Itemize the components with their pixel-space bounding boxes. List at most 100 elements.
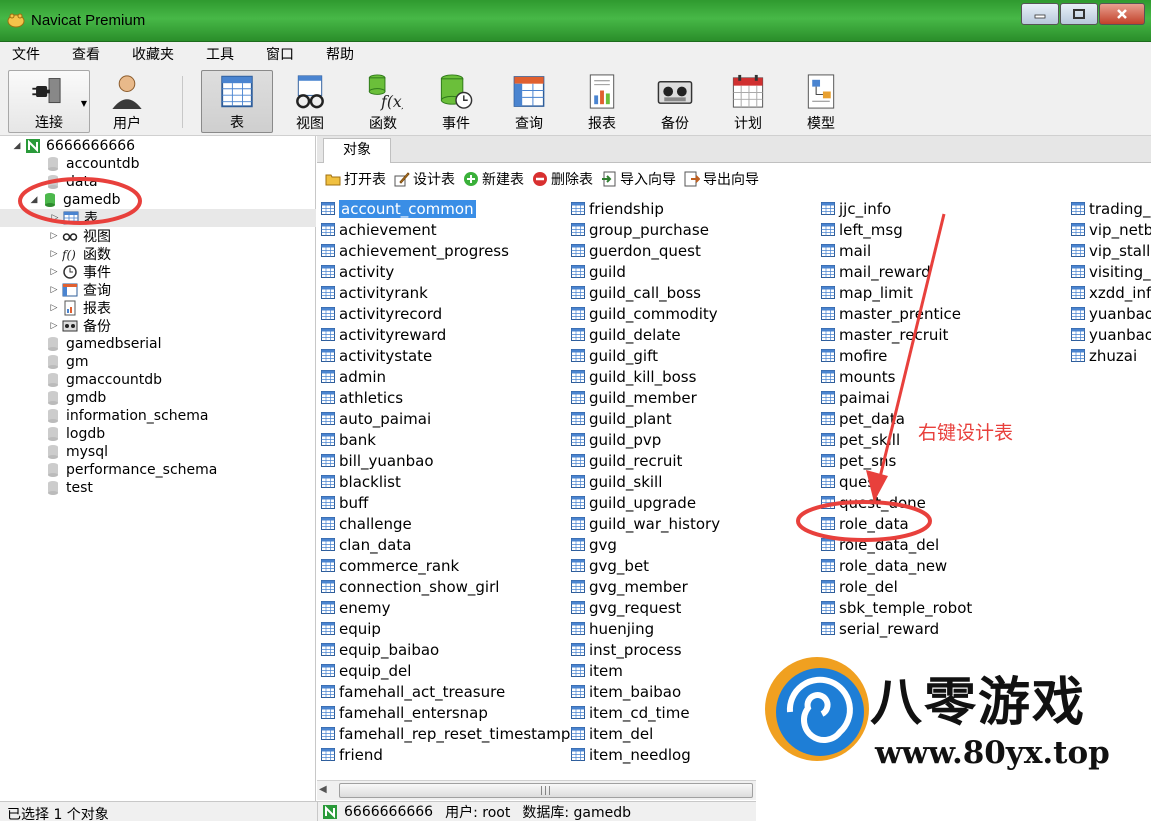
table-row[interactable]: activity xyxy=(321,261,570,282)
delete-table-button[interactable]: 删除表 xyxy=(532,169,593,189)
table-row[interactable]: item_cd_time xyxy=(571,702,720,723)
tree-db-data[interactable]: data xyxy=(45,173,98,191)
table-row[interactable]: activityrank xyxy=(321,282,570,303)
table-row[interactable]: item_del xyxy=(571,723,720,744)
table-row[interactable]: item_baibao xyxy=(571,681,720,702)
table-row[interactable]: activityrecord xyxy=(321,303,570,324)
menu-tools[interactable]: 工具 xyxy=(194,42,246,68)
menu-view[interactable]: 查看 xyxy=(60,42,112,68)
table-row[interactable]: yuanbao xyxy=(1071,303,1151,324)
table-row[interactable]: item xyxy=(571,660,720,681)
tree-node-queries[interactable]: ▷ 查询 xyxy=(49,281,111,299)
menu-file[interactable]: 文件 xyxy=(0,42,52,68)
export-wizard-button[interactable]: 导出向导 xyxy=(684,169,759,189)
menu-favorites[interactable]: 收藏夹 xyxy=(120,42,186,68)
model-button[interactable]: 模型 xyxy=(785,70,857,133)
table-row[interactable]: famehall_entersnap xyxy=(321,702,570,723)
table-row[interactable]: gvg xyxy=(571,534,720,555)
tree-node-tables[interactable]: ▷ 表 xyxy=(0,209,316,227)
query-button[interactable]: 查询 xyxy=(493,70,565,133)
table-row[interactable]: trading_i xyxy=(1071,198,1151,219)
tree-db-gmaccountdb[interactable]: gmaccountdb xyxy=(45,371,162,389)
table-row[interactable]: guild_member xyxy=(571,387,720,408)
collapse-arrow-icon[interactable]: ◢ xyxy=(12,141,22,151)
table-row[interactable]: guild_skill xyxy=(571,471,720,492)
report-button[interactable]: 报表 xyxy=(566,70,638,133)
table-row[interactable]: inst_process xyxy=(571,639,720,660)
expand-arrow-icon[interactable]: ▷ xyxy=(49,285,59,295)
table-row[interactable]: mail_reward xyxy=(821,261,972,282)
table-row[interactable]: yuanbao xyxy=(1071,324,1151,345)
connect-button[interactable]: ▼ 连接 xyxy=(8,70,90,133)
table-row[interactable]: famehall_rep_reset_timestamp xyxy=(321,723,570,744)
table-row[interactable]: achievement_progress xyxy=(321,240,570,261)
table-row[interactable]: mail xyxy=(821,240,972,261)
expand-arrow-icon[interactable]: ▷ xyxy=(49,267,59,277)
backup-button[interactable]: 备份 xyxy=(639,70,711,133)
menu-window[interactable]: 窗口 xyxy=(254,42,306,68)
table-row[interactable]: vip_stall xyxy=(1071,240,1151,261)
table-row[interactable]: equip xyxy=(321,618,570,639)
table-row[interactable]: guild_call_boss xyxy=(571,282,720,303)
tree-db-information-schema[interactable]: information_schema xyxy=(45,407,209,425)
schedule-button[interactable]: 计划 xyxy=(712,70,784,133)
table-row[interactable]: guild_upgrade xyxy=(571,492,720,513)
expand-arrow-icon[interactable]: ▷ xyxy=(49,321,59,331)
table-row[interactable]: guild_recruit xyxy=(571,450,720,471)
tree-db-gamedb[interactable]: ◢ gamedb xyxy=(29,191,121,209)
table-row[interactable]: visiting_c xyxy=(1071,261,1151,282)
tree-connection[interactable]: ◢ 6666666666 xyxy=(12,137,136,155)
tree-node-reports[interactable]: ▷ 报表 xyxy=(49,299,111,317)
tree-db-test[interactable]: test xyxy=(45,479,93,497)
scroll-left-icon[interactable]: ◀ xyxy=(319,784,327,795)
table-row[interactable]: enemy xyxy=(321,597,570,618)
table-row[interactable]: guild_delate xyxy=(571,324,720,345)
table-row[interactable]: group_purchase xyxy=(571,219,720,240)
table-row[interactable]: commerce_rank xyxy=(321,555,570,576)
view-button[interactable]: 视图 xyxy=(274,70,346,133)
table-row[interactable]: gvg_request xyxy=(571,597,720,618)
table-row[interactable]: role_data xyxy=(821,513,972,534)
tree-db-gmdb[interactable]: gmdb xyxy=(45,389,106,407)
table-row[interactable]: friendship xyxy=(571,198,720,219)
tree-db-gamedbserial[interactable]: gamedbserial xyxy=(45,335,162,353)
user-button[interactable]: 用户 xyxy=(91,70,163,133)
table-row[interactable]: item_needlog xyxy=(571,744,720,765)
table-row[interactable]: gvg_member xyxy=(571,576,720,597)
tree-node-views[interactable]: ▷ 视图 xyxy=(49,227,111,245)
table-row[interactable]: equip_baibao xyxy=(321,639,570,660)
scroll-thumb[interactable]: ||| xyxy=(339,783,753,798)
table-row[interactable]: guild_plant xyxy=(571,408,720,429)
table-row[interactable]: xzdd_info xyxy=(1071,282,1151,303)
table-row[interactable]: bill_yuanbao xyxy=(321,450,570,471)
table-row[interactable]: activitystate xyxy=(321,345,570,366)
table-row[interactable]: guild_commodity xyxy=(571,303,720,324)
table-row[interactable]: paimai xyxy=(821,387,972,408)
table-row[interactable]: friend xyxy=(321,744,570,765)
table-row[interactable]: pet_sns xyxy=(821,450,972,471)
table-row[interactable]: huenjing xyxy=(571,618,720,639)
table-button[interactable]: 表 xyxy=(201,70,273,133)
tree-node-functions[interactable]: ▷ f() 函数 xyxy=(49,245,111,263)
table-row[interactable]: equip_del xyxy=(321,660,570,681)
new-table-button[interactable]: 新建表 xyxy=(463,169,524,189)
table-row[interactable]: role_data_del xyxy=(821,534,972,555)
tree-node-backups[interactable]: ▷ 备份 xyxy=(49,317,111,335)
function-button[interactable]: f(x) 函数 xyxy=(347,70,419,133)
table-row[interactable]: guild_war_history xyxy=(571,513,720,534)
table-row[interactable]: jjc_info xyxy=(821,198,972,219)
table-row[interactable]: achievement xyxy=(321,219,570,240)
tree-node-events[interactable]: ▷ 事件 xyxy=(49,263,111,281)
expand-arrow-icon[interactable]: ▷ xyxy=(49,249,59,259)
table-row[interactable]: gvg_bet xyxy=(571,555,720,576)
table-row[interactable]: guild_gift xyxy=(571,345,720,366)
table-row[interactable]: sbk_temple_robot xyxy=(821,597,972,618)
table-row[interactable]: bank xyxy=(321,429,570,450)
event-button[interactable]: 事件 xyxy=(420,70,492,133)
open-table-button[interactable]: 打开表 xyxy=(325,169,386,189)
table-row[interactable]: famehall_act_treasure xyxy=(321,681,570,702)
table-row[interactable]: guerdon_quest xyxy=(571,240,720,261)
table-row[interactable]: quest xyxy=(821,471,972,492)
tree-db-performance-schema[interactable]: performance_schema xyxy=(45,461,217,479)
expand-arrow-icon[interactable]: ▷ xyxy=(49,231,59,241)
